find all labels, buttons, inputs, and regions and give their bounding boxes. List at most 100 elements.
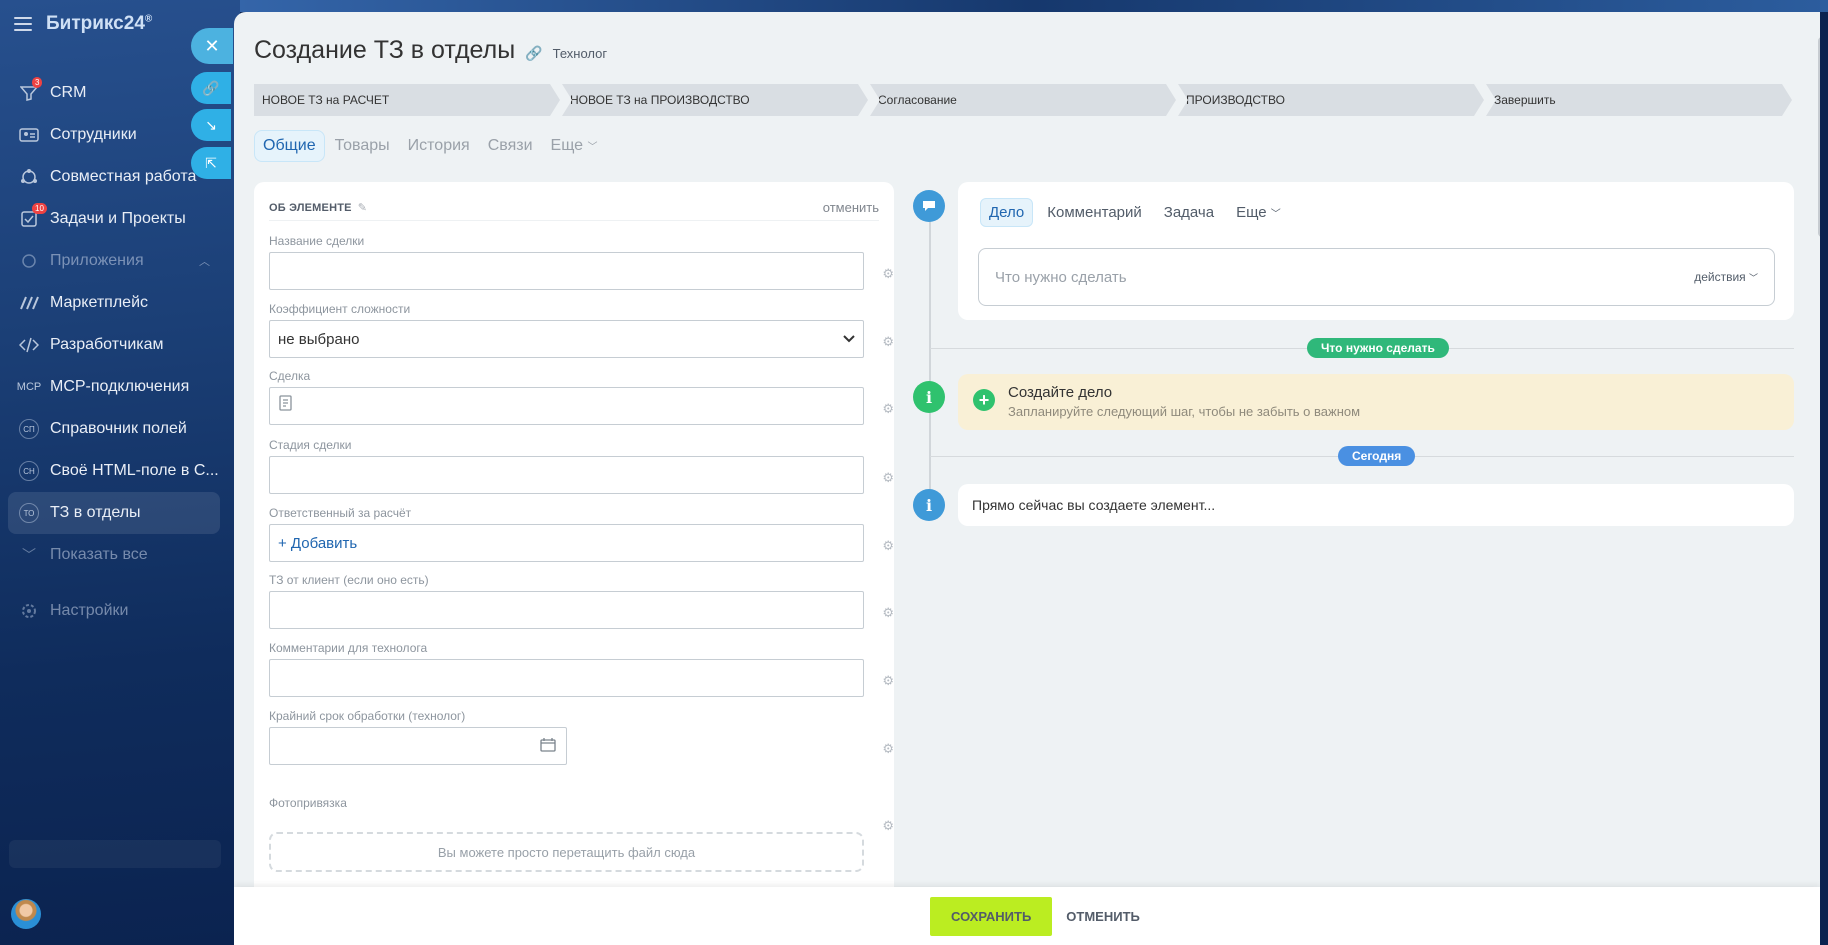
tab-more[interactable]: Еще ﹀	[543, 131, 606, 161]
sidebar-item-tz-departments[interactable]: ТО ТЗ в отделы	[8, 492, 220, 534]
form-footer: СОХРАНИТЬ ОТМЕНИТЬ	[234, 887, 1820, 945]
tab-activity[interactable]: Дело	[980, 198, 1034, 227]
sidebar-item-label: Сотрудники	[50, 126, 137, 143]
gear-icon[interactable]: ⚙	[882, 673, 894, 689]
link-icon: 🔗	[202, 79, 220, 96]
stage-new-calc[interactable]: НОВОЕ ТЗ на РАСЧЕТ	[254, 84, 560, 116]
bitrix24-logo[interactable]: Битрикс24®	[46, 13, 152, 35]
todo-input[interactable]: Что нужно сделать действия ﹀	[978, 248, 1775, 306]
copy-link-button[interactable]: 🔗	[191, 72, 231, 104]
field-responsible: Ответственный за расчёт + Добавить ⚙	[269, 506, 894, 562]
gear-icon[interactable]: ⚙	[882, 818, 894, 834]
gear-icon[interactable]: ⚙	[882, 605, 894, 621]
tab-activity-more[interactable]: Еще ﹀	[1228, 199, 1289, 226]
tab-comment[interactable]: Комментарий	[1039, 199, 1149, 226]
type-tag: Технолог	[552, 46, 608, 61]
tab-links[interactable]: Связи	[480, 131, 541, 161]
complexity-select[interactable]: не выбрано	[269, 320, 864, 358]
sidebar-item-apps[interactable]: Приложения ︿	[8, 240, 220, 282]
gear-icon[interactable]: ⚙	[882, 538, 894, 554]
external-link-icon: ⇱	[205, 154, 217, 171]
tab-history[interactable]: История	[400, 131, 478, 161]
deal-name-input[interactable]	[269, 252, 864, 290]
sidebar-item-mcp[interactable]: MCP MCP-подключения	[8, 366, 220, 408]
field-label: Название сделки	[269, 234, 365, 248]
stage-new-production[interactable]: НОВОЕ ТЗ на ПРОИЗВОДСТВО	[562, 84, 868, 116]
cancel-button[interactable]: ОТМЕНИТЬ	[1066, 909, 1140, 924]
gear-icon[interactable]: ⚙	[882, 401, 894, 417]
sidebar-item-show-all[interactable]: ﹀ Показать все	[8, 534, 220, 576]
entity-tabs: Общие Товары История Связи Еще ﹀	[254, 130, 606, 162]
gear-icon[interactable]: ⚙	[882, 470, 894, 486]
apps-icon	[18, 250, 40, 272]
comment-bubble-icon	[913, 190, 945, 222]
tab-task[interactable]: Задача	[1156, 199, 1222, 226]
tab-general[interactable]: Общие	[254, 130, 325, 162]
activity-tabs: Дело Комментарий Задача Еще ﹀	[980, 198, 1289, 227]
todo-pill: Что нужно сделать	[1307, 338, 1449, 358]
stage-bar: НОВОЕ ТЗ на РАСЧЕТ НОВОЕ ТЗ на ПРОИЗВОДС…	[254, 84, 1794, 116]
page-title: Создание ТЗ в отделы	[254, 36, 516, 64]
mcp-icon: MCP	[16, 381, 42, 393]
avatar[interactable]	[11, 899, 41, 929]
gear-icon[interactable]: ⚙	[882, 741, 894, 757]
code-icon	[18, 334, 40, 356]
field-client-tz: ТЗ от клиент (если оно есть) ⚙	[269, 573, 894, 629]
sidebar-item-html-field[interactable]: СН Своё HTML-поле в С...	[8, 450, 220, 492]
deadline-date-input[interactable]	[269, 727, 567, 765]
sidebar-item-developers[interactable]: Разработчикам	[8, 324, 220, 366]
todo-placeholder: Что нужно сделать	[995, 268, 1127, 286]
arrow-down-right-icon: ↘	[205, 116, 217, 133]
stage-finish[interactable]: Завершить	[1486, 84, 1792, 116]
sidebar-nav: 3 CRM Сотрудники Совместная работа 10 За…	[8, 72, 220, 632]
sidebar-item-label: ТЗ в отделы	[50, 504, 141, 521]
tab-products[interactable]: Товары	[327, 131, 398, 161]
info-icon: i	[913, 381, 945, 413]
scrollbar[interactable]	[1818, 37, 1820, 237]
stage-approval[interactable]: Согласование	[870, 84, 1176, 116]
add-responsible-link[interactable]: + Добавить	[278, 535, 357, 552]
sidebar-item-label: Совместная работа	[50, 168, 197, 185]
file-dropzone[interactable]: Вы можете просто перетащить файл сюда	[269, 832, 864, 872]
section-cancel-link[interactable]: отменить	[823, 200, 879, 215]
plus-icon[interactable]: +	[973, 389, 995, 411]
copy-link-icon[interactable]: 🔗	[525, 45, 542, 62]
field-label: ТЗ от клиент (если оно есть)	[269, 573, 429, 587]
pencil-icon[interactable]: ✎	[358, 202, 367, 214]
menu-burger-icon[interactable]	[14, 17, 32, 31]
tasks-counter-badge: 10	[32, 203, 47, 214]
gear-icon[interactable]: ⚙	[882, 334, 894, 350]
deal-stage-input[interactable]	[269, 456, 864, 494]
sidebar-item-tasks[interactable]: 10 Задачи и Проекты	[8, 198, 220, 240]
activity-editor: Дело Комментарий Задача Еще ﹀ Что нужно …	[958, 182, 1794, 320]
comments-input[interactable]	[269, 659, 864, 697]
save-button[interactable]: СОХРАНИТЬ	[930, 896, 1053, 936]
sidebar-blurred-button[interactable]	[9, 840, 221, 868]
sidebar-item-marketplace[interactable]: Маркетплейс	[8, 282, 220, 324]
gear-icon[interactable]: ⚙	[882, 266, 894, 282]
sidebar-item-collaboration[interactable]: Совместная работа	[8, 156, 220, 198]
minimize-button[interactable]: ↘	[191, 109, 231, 141]
client-tz-input[interactable]	[269, 591, 864, 629]
sidebar-item-fields-reference[interactable]: СП Справочник полей	[8, 408, 220, 450]
sidebar-item-settings[interactable]: Настройки	[8, 590, 220, 632]
notice-title: Создайте дело	[1008, 384, 1113, 401]
chevron-down-icon: ﹀	[1748, 273, 1758, 283]
chevron-down-icon: ﹀	[587, 142, 598, 153]
sidebar-item-label: CRM	[50, 84, 87, 101]
sidebar-item-crm[interactable]: 3 CRM	[8, 72, 220, 114]
stage-production[interactable]: ПРОИЗВОДСТВО	[1178, 84, 1484, 116]
calendar-icon[interactable]	[540, 737, 556, 755]
sidebar-item-label: Справочник полей	[50, 420, 187, 437]
tz-icon: ТО	[18, 502, 40, 524]
chevron-down-icon	[843, 332, 855, 346]
open-new-window-button[interactable]: ⇱	[191, 147, 231, 179]
close-slider-button[interactable]: ✕	[191, 28, 233, 64]
field-label: Сделка	[269, 369, 311, 383]
field-label: Фотопривязка	[269, 796, 347, 810]
notice-subtitle: Запланируйте следующий шаг, чтобы не заб…	[1008, 404, 1361, 419]
deal-input[interactable]	[269, 387, 864, 425]
element-form-card: ОБ ЭЛЕМЕНТЕ ✎ отменить Название сделки ⚙ …	[254, 182, 894, 945]
actions-dropdown[interactable]: действия ﹀	[1694, 270, 1758, 284]
sidebar-item-employees[interactable]: Сотрудники	[8, 114, 220, 156]
